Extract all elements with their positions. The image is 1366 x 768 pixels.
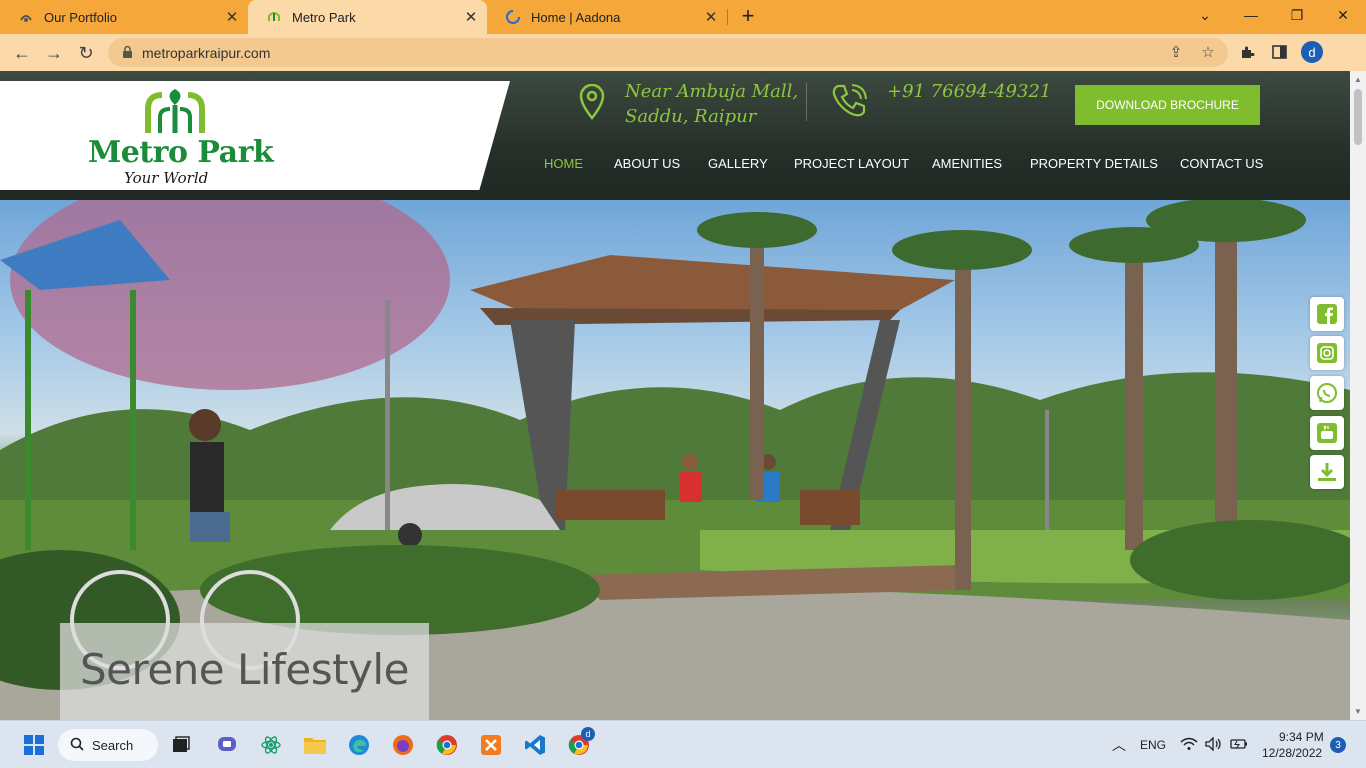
location-pin-icon	[578, 83, 606, 121]
reload-button[interactable]: ↻	[72, 39, 100, 67]
nav-project-layout[interactable]: PROJECT LAYOUT	[794, 156, 909, 171]
windows-taskbar: Search d ︿ ENG 9:34 PM 12/28/2022 3	[0, 720, 1366, 768]
tab-strip: Our Portfolio ✕ Metro Park ✕ Home | Aado…	[0, 0, 1366, 34]
address-line-1: Near Ambuja Mall,	[625, 81, 799, 102]
instagram-icon	[1317, 343, 1337, 363]
tab-home-aadona[interactable]: Home | Aadona ✕	[487, 0, 727, 34]
start-button[interactable]	[20, 731, 48, 759]
address-bar[interactable]: metroparkraipur.com	[108, 38, 1228, 67]
clock-time[interactable]: 9:34 PM	[1279, 730, 1324, 744]
tab-metro-park[interactable]: Metro Park ✕	[248, 0, 487, 34]
portfolio-favicon-icon	[18, 9, 34, 25]
instagram-link[interactable]	[1310, 336, 1344, 370]
hero-caption-box: Serene Lifestyle	[60, 623, 429, 720]
page-viewport: Metro Park Your World Near Ambuja Mall, …	[0, 71, 1350, 720]
header-divider	[806, 83, 807, 121]
metro-park-favicon-icon	[266, 9, 282, 25]
file-explorer-icon[interactable]	[301, 731, 329, 759]
nav-home[interactable]: HOME	[544, 156, 583, 171]
restore-button[interactable]: ❐	[1274, 0, 1320, 30]
tab-our-portfolio[interactable]: Our Portfolio ✕	[0, 0, 248, 34]
address-block: Near Ambuja Mall, Saddu, Raipur	[625, 79, 798, 129]
url-text: metroparkraipur.com	[142, 44, 271, 61]
profile-avatar[interactable]: d	[1301, 41, 1323, 63]
volume-icon[interactable]	[1203, 733, 1225, 755]
nav-amenities[interactable]: AMENITIES	[932, 156, 1002, 171]
close-window-button[interactable]: ✕	[1320, 0, 1366, 30]
browser-toolbar: ← → ↻ metroparkraipur.com ⇪ ☆	[0, 34, 1366, 71]
task-view-icon[interactable]	[167, 731, 195, 759]
facebook-icon	[1317, 304, 1337, 324]
extensions-puzzle-icon[interactable]	[1236, 41, 1258, 63]
download-brochure-button[interactable]: DOWNLOAD BROCHURE	[1075, 85, 1260, 125]
tab-separator	[727, 9, 728, 25]
site-header: Metro Park Your World Near Ambuja Mall, …	[0, 71, 1350, 200]
xampp-icon[interactable]	[477, 731, 505, 759]
clock-date[interactable]: 12/28/2022	[1262, 746, 1322, 760]
nav-about-us[interactable]: ABOUT US	[614, 156, 680, 171]
tab-title: Our Portfolio	[44, 9, 117, 25]
tab-title: Home | Aadona	[531, 9, 621, 25]
phone-number[interactable]: +91 76694-49321	[887, 79, 1051, 104]
windows-logo-icon	[24, 735, 44, 755]
hero-caption-title: Serene Lifestyle	[80, 645, 409, 694]
lock-icon[interactable]	[120, 46, 134, 60]
scroll-down-icon[interactable]: ▼	[1354, 707, 1362, 716]
battery-icon[interactable]	[1228, 733, 1250, 755]
bookmark-star-icon[interactable]: ☆	[1197, 41, 1219, 63]
back-button[interactable]: ←	[8, 39, 36, 67]
language-indicator[interactable]: ENG	[1140, 738, 1166, 752]
chrome-profile-icon[interactable]: d	[565, 727, 595, 759]
page-scrollbar[interactable]: ▲ ▼	[1350, 71, 1366, 720]
close-tab-icon[interactable]: ✕	[701, 8, 721, 26]
search-label: Search	[92, 737, 134, 753]
whatsapp-link[interactable]	[1310, 376, 1344, 410]
main-navigation: HOME ABOUT US GALLERY PROJECT LAYOUT AME…	[0, 156, 1350, 176]
scrollbar-thumb[interactable]	[1354, 89, 1362, 145]
share-icon[interactable]: ⇪	[1165, 41, 1187, 63]
teams-chat-icon[interactable]	[213, 731, 241, 759]
forward-button[interactable]: →	[40, 39, 68, 67]
react-atom-icon[interactable]	[257, 731, 285, 759]
loading-spinner-icon	[505, 9, 521, 25]
show-hidden-icons-chevron-icon[interactable]: ︿	[1112, 735, 1126, 755]
close-tab-icon[interactable]: ✕	[222, 8, 242, 26]
minimize-button[interactable]: —	[1228, 0, 1274, 30]
new-tab-button[interactable]: +	[736, 5, 760, 29]
download-link[interactable]	[1310, 455, 1344, 489]
tab-search-chevron-icon[interactable]: ⌄	[1182, 0, 1228, 30]
scroll-up-icon[interactable]: ▲	[1354, 75, 1362, 84]
notification-badge[interactable]: 3	[1330, 737, 1346, 753]
facebook-link[interactable]	[1310, 297, 1344, 331]
tab-title: Metro Park	[292, 9, 356, 25]
metro-park-logo-icon	[145, 89, 205, 133]
search-icon	[70, 737, 84, 754]
vscode-icon[interactable]	[521, 731, 549, 759]
address-line-2: Saddu, Raipur	[625, 106, 757, 127]
whatsapp-icon	[1317, 383, 1337, 403]
youtube-link[interactable]	[1310, 416, 1344, 450]
hero-banner: Serene Lifestyle	[0, 200, 1350, 720]
download-icon	[1318, 463, 1336, 481]
edge-browser-icon[interactable]	[345, 731, 373, 759]
firefox-icon[interactable]	[389, 731, 417, 759]
side-panel-icon[interactable]	[1268, 41, 1290, 63]
chrome-profile-badge: d	[581, 727, 595, 741]
nav-contact-us[interactable]: CONTACT US	[1180, 156, 1263, 171]
phone-icon	[829, 81, 869, 121]
nav-property-details[interactable]: PROPERTY DETAILS	[1030, 156, 1158, 171]
taskbar-search[interactable]: Search	[58, 729, 158, 761]
wifi-icon[interactable]	[1178, 733, 1200, 755]
close-tab-icon[interactable]: ✕	[461, 8, 481, 26]
youtube-icon	[1317, 423, 1337, 443]
chrome-icon[interactable]	[433, 731, 461, 759]
nav-gallery[interactable]: GALLERY	[708, 156, 768, 171]
